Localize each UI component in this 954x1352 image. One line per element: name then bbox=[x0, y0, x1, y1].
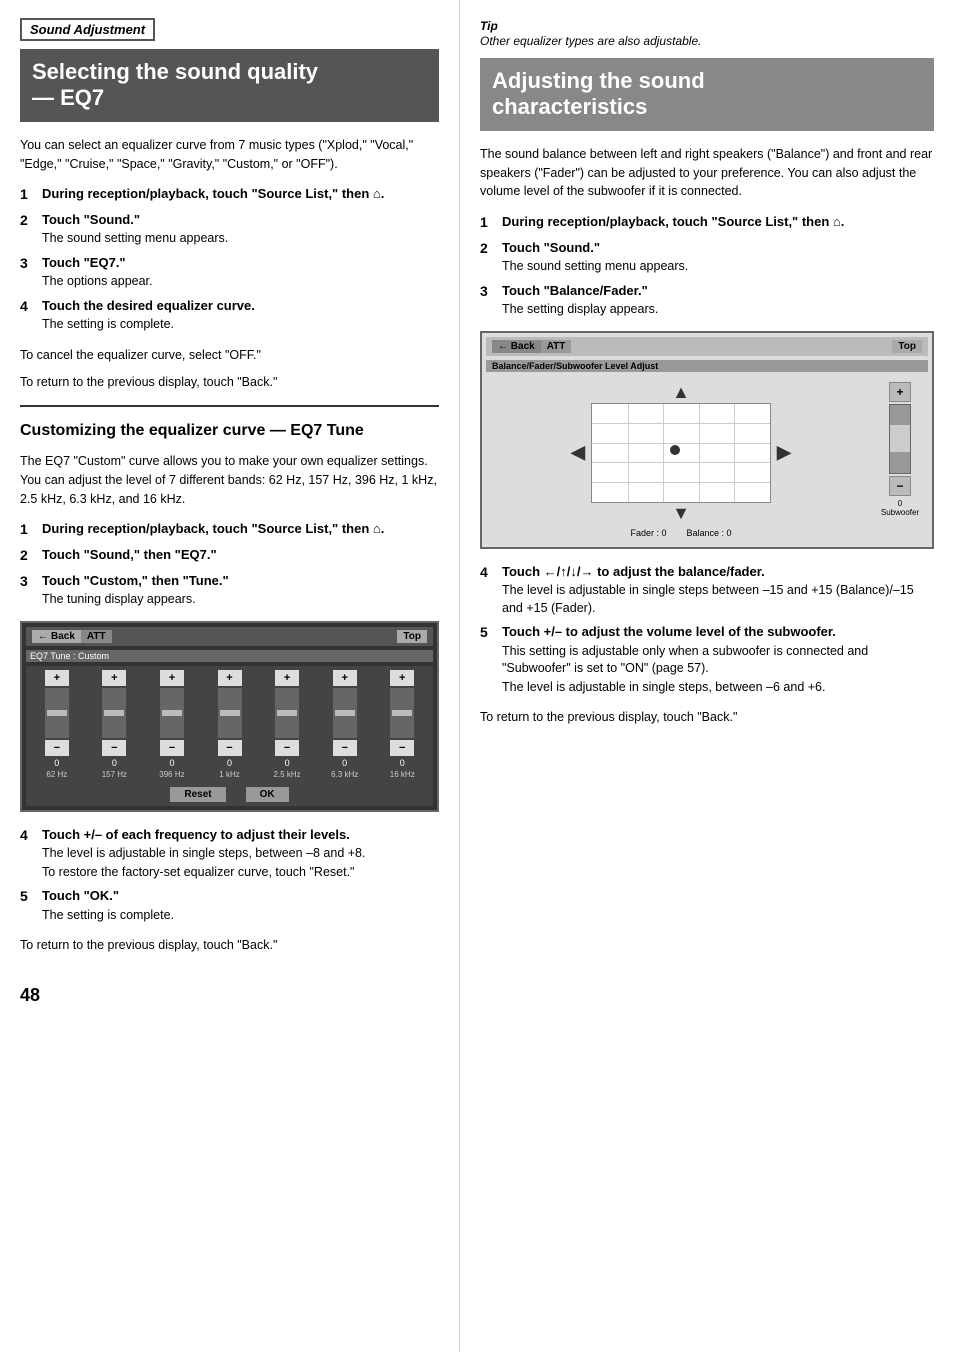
tune-step-3: 3 Touch "Custom," then "Tune." The tunin… bbox=[20, 572, 439, 609]
section-label: Sound Adjustment bbox=[20, 18, 155, 41]
return-note: To return to the previous display, touch… bbox=[20, 373, 439, 392]
down-arrow[interactable]: ▼ bbox=[492, 503, 870, 524]
eq7-intro: You can select an equalizer curve from 7… bbox=[20, 136, 439, 174]
balance-grid bbox=[591, 403, 771, 503]
page-number-area: 48 bbox=[20, 985, 439, 1006]
band-2-5khz-minus[interactable]: − bbox=[275, 740, 299, 756]
tip-text: Other equalizer types are also adjustabl… bbox=[480, 34, 701, 48]
band-157hz-plus[interactable]: + bbox=[102, 670, 126, 686]
eq7-back-button[interactable]: ← Back bbox=[32, 630, 81, 643]
band-16khz-minus[interactable]: − bbox=[390, 740, 414, 756]
right-title-box: Adjusting the sound characteristics bbox=[480, 58, 934, 131]
band-2-5khz-plus[interactable]: + bbox=[275, 670, 299, 686]
eq7-reset-button[interactable]: Reset bbox=[170, 787, 225, 802]
subwoofer-control: + − 0 Subwoofer bbox=[878, 382, 922, 517]
right-column: Tip Other equalizer types are also adjus… bbox=[460, 0, 954, 1352]
up-arrow[interactable]: ▲ bbox=[492, 382, 870, 403]
sub-value-label: 0 bbox=[898, 499, 902, 508]
bal-step-4: 4 Touch ←/↑/↓/→ to adjust the balance/fa… bbox=[480, 563, 934, 618]
balance-values: Fader : 0 Balance : 0 bbox=[492, 528, 870, 538]
eq7-tune-steps: 1 During reception/playback, touch "Sour… bbox=[20, 520, 439, 608]
balance-indicator bbox=[670, 445, 680, 455]
tune-step-5: 5 Touch "OK." The setting is complete. bbox=[20, 887, 439, 924]
band-6-3khz-plus[interactable]: + bbox=[333, 670, 357, 686]
eq7-top-bar: ← Back ATT Top bbox=[26, 627, 433, 646]
subwoofer-label: Subwoofer bbox=[881, 508, 919, 517]
sub-plus-button[interactable]: + bbox=[889, 382, 911, 402]
return-note-2: To return to the previous display, touch… bbox=[20, 936, 439, 955]
balance-grid-area: ▲ ◀ bbox=[492, 382, 870, 539]
section-divider bbox=[20, 405, 439, 407]
tune-step-1: 1 During reception/playback, touch "Sour… bbox=[20, 520, 439, 540]
band-62hz: + − 0 62 Hz bbox=[30, 670, 84, 779]
sub-level-bar bbox=[889, 404, 911, 474]
balance-att-button[interactable]: ATT bbox=[541, 340, 572, 353]
step-1: 1 During reception/playback, touch "Sour… bbox=[20, 185, 439, 205]
band-16khz-plus[interactable]: + bbox=[390, 670, 414, 686]
band-6-3khz: + − 0 6.3 kHz bbox=[318, 670, 372, 779]
balance-diagram: ← Back ATT Top Balance/Fader/Subwoofer L… bbox=[480, 331, 934, 549]
sub-minus-button[interactable]: − bbox=[889, 476, 911, 496]
eq7-tune-intro: The EQ7 "Custom" curve allows you to mak… bbox=[20, 452, 439, 508]
band-16khz: + − 0 16 kHz bbox=[375, 670, 429, 779]
eq7-bands-container: + − 0 62 Hz + − 0 157 Hz bbox=[26, 666, 433, 783]
band-6-3khz-minus[interactable]: − bbox=[333, 740, 357, 756]
bal-step-2: 2 Touch "Sound." The sound setting menu … bbox=[480, 239, 934, 276]
eq7-final-steps: 4 Touch +/– of each frequency to adjust … bbox=[20, 826, 439, 925]
band-62hz-minus[interactable]: − bbox=[45, 740, 69, 756]
balance-intro: The sound balance between left and right… bbox=[480, 145, 934, 201]
band-157hz-minus[interactable]: − bbox=[102, 740, 126, 756]
balance-final-steps: 4 Touch ←/↑/↓/→ to adjust the balance/fa… bbox=[480, 563, 934, 697]
fader-value: Fader : 0 bbox=[630, 528, 666, 538]
bal-step-5: 5 Touch +/– to adjust the volume level o… bbox=[480, 623, 934, 696]
band-2-5khz: + − 0 2.5 kHz bbox=[260, 670, 314, 779]
eq7-top-button[interactable]: Top bbox=[397, 630, 427, 643]
cancel-note: To cancel the equalizer curve, select "O… bbox=[20, 346, 439, 365]
tip-section: Tip Other equalizer types are also adjus… bbox=[480, 18, 934, 48]
tip-title: Tip bbox=[480, 19, 498, 33]
main-title-box: Selecting the sound quality — EQ7 bbox=[20, 49, 439, 122]
balance-label: Balance/Fader/Subwoofer Level Adjust bbox=[486, 360, 928, 372]
balance-steps: 1 During reception/playback, touch "Sour… bbox=[480, 213, 934, 319]
band-62hz-plus[interactable]: + bbox=[45, 670, 69, 686]
left-column: Sound Adjustment Selecting the sound qua… bbox=[0, 0, 460, 1352]
tune-step-2: 2 Touch "Sound," then "EQ7." bbox=[20, 546, 439, 566]
step-2: 2 Touch "Sound." The sound setting menu … bbox=[20, 211, 439, 248]
eq7-steps: 1 During reception/playback, touch "Sour… bbox=[20, 185, 439, 334]
eq7-att-button[interactable]: ATT bbox=[81, 630, 112, 643]
eq7-tune-title: Customizing the equalizer curve — EQ7 Tu… bbox=[20, 421, 439, 442]
eq7-ok-button[interactable]: OK bbox=[246, 787, 289, 802]
balance-value: Balance : 0 bbox=[687, 528, 732, 538]
left-arrow[interactable]: ◀ bbox=[571, 442, 585, 463]
band-1khz-plus[interactable]: + bbox=[218, 670, 242, 686]
balance-top-button[interactable]: Top bbox=[892, 340, 922, 353]
band-157hz: + − 0 157 Hz bbox=[88, 670, 142, 779]
tune-step-4: 4 Touch +/– of each frequency to adjust … bbox=[20, 826, 439, 882]
bal-step-1: 1 During reception/playback, touch "Sour… bbox=[480, 213, 934, 233]
band-396hz-plus[interactable]: + bbox=[160, 670, 184, 686]
band-1khz: + − 0 1 kHz bbox=[203, 670, 257, 779]
eq7-action-buttons: Reset OK bbox=[26, 783, 433, 806]
balance-controls-area: ▲ ◀ bbox=[486, 378, 928, 543]
balance-back-button[interactable]: ← Back bbox=[492, 340, 541, 353]
balance-return-note: To return to the previous display, touch… bbox=[480, 708, 934, 727]
right-main-title: Adjusting the sound characteristics bbox=[492, 68, 922, 121]
right-arrow[interactable]: ▶ bbox=[777, 442, 791, 463]
step-4: 4 Touch the desired equalizer curve. The… bbox=[20, 297, 439, 334]
main-title: Selecting the sound quality — EQ7 bbox=[32, 59, 427, 112]
balance-top-bar: ← Back ATT Top bbox=[486, 337, 928, 356]
band-396hz: + − 0 396 Hz bbox=[145, 670, 199, 779]
band-1khz-minus[interactable]: − bbox=[218, 740, 242, 756]
eq7-diagram: ← Back ATT Top EQ7 Tune : Custom + − 0 6… bbox=[20, 621, 439, 812]
band-396hz-minus[interactable]: − bbox=[160, 740, 184, 756]
eq7-mode-label: EQ7 Tune : Custom bbox=[26, 650, 433, 662]
step-3: 3 Touch "EQ7." The options appear. bbox=[20, 254, 439, 291]
bal-step-3: 3 Touch "Balance/Fader." The setting dis… bbox=[480, 282, 934, 319]
page-number: 48 bbox=[20, 985, 40, 1005]
